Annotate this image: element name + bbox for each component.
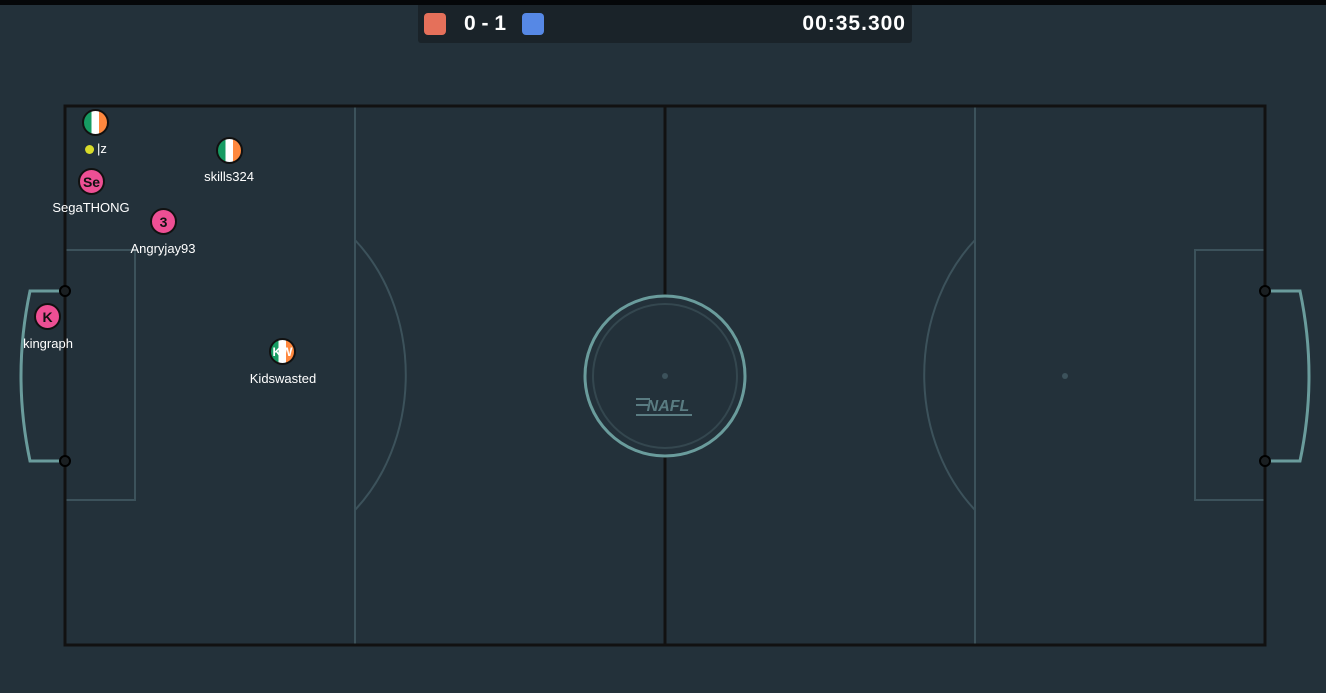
right-goal — [1265, 289, 1311, 463]
center-spot — [662, 373, 668, 379]
player-avatar — [82, 109, 109, 136]
player-name: skills324 — [204, 169, 254, 184]
right-goalpost-top — [1259, 285, 1271, 297]
player-name: Angryjay93 — [130, 241, 196, 256]
player-name: Kidswasted — [249, 371, 317, 386]
league-logo-text: NAFL — [647, 398, 690, 415]
player-avatar: KW — [269, 338, 296, 365]
player-name: SegaTHONG — [52, 200, 130, 215]
pitch: NAFL — [19, 104, 1311, 647]
right-arc — [923, 239, 976, 511]
status-dot-icon — [85, 145, 95, 155]
player-avatar: Se — [78, 168, 105, 195]
left-penalty-box — [65, 249, 136, 501]
player-name: |z — [85, 141, 107, 156]
right-penalty-box — [1194, 249, 1265, 501]
player-avatar: K — [34, 303, 61, 330]
left-arc — [354, 239, 407, 511]
player-avatar — [216, 137, 243, 164]
player-avatar: 3 — [150, 208, 177, 235]
left-goalpost-top — [59, 285, 71, 297]
left-goalpost-bottom — [59, 455, 71, 467]
right-spot — [1062, 373, 1068, 379]
right-goalpost-bottom — [1259, 455, 1271, 467]
player-name: kingraph — [23, 336, 73, 351]
player-name-text: |z — [97, 141, 107, 156]
